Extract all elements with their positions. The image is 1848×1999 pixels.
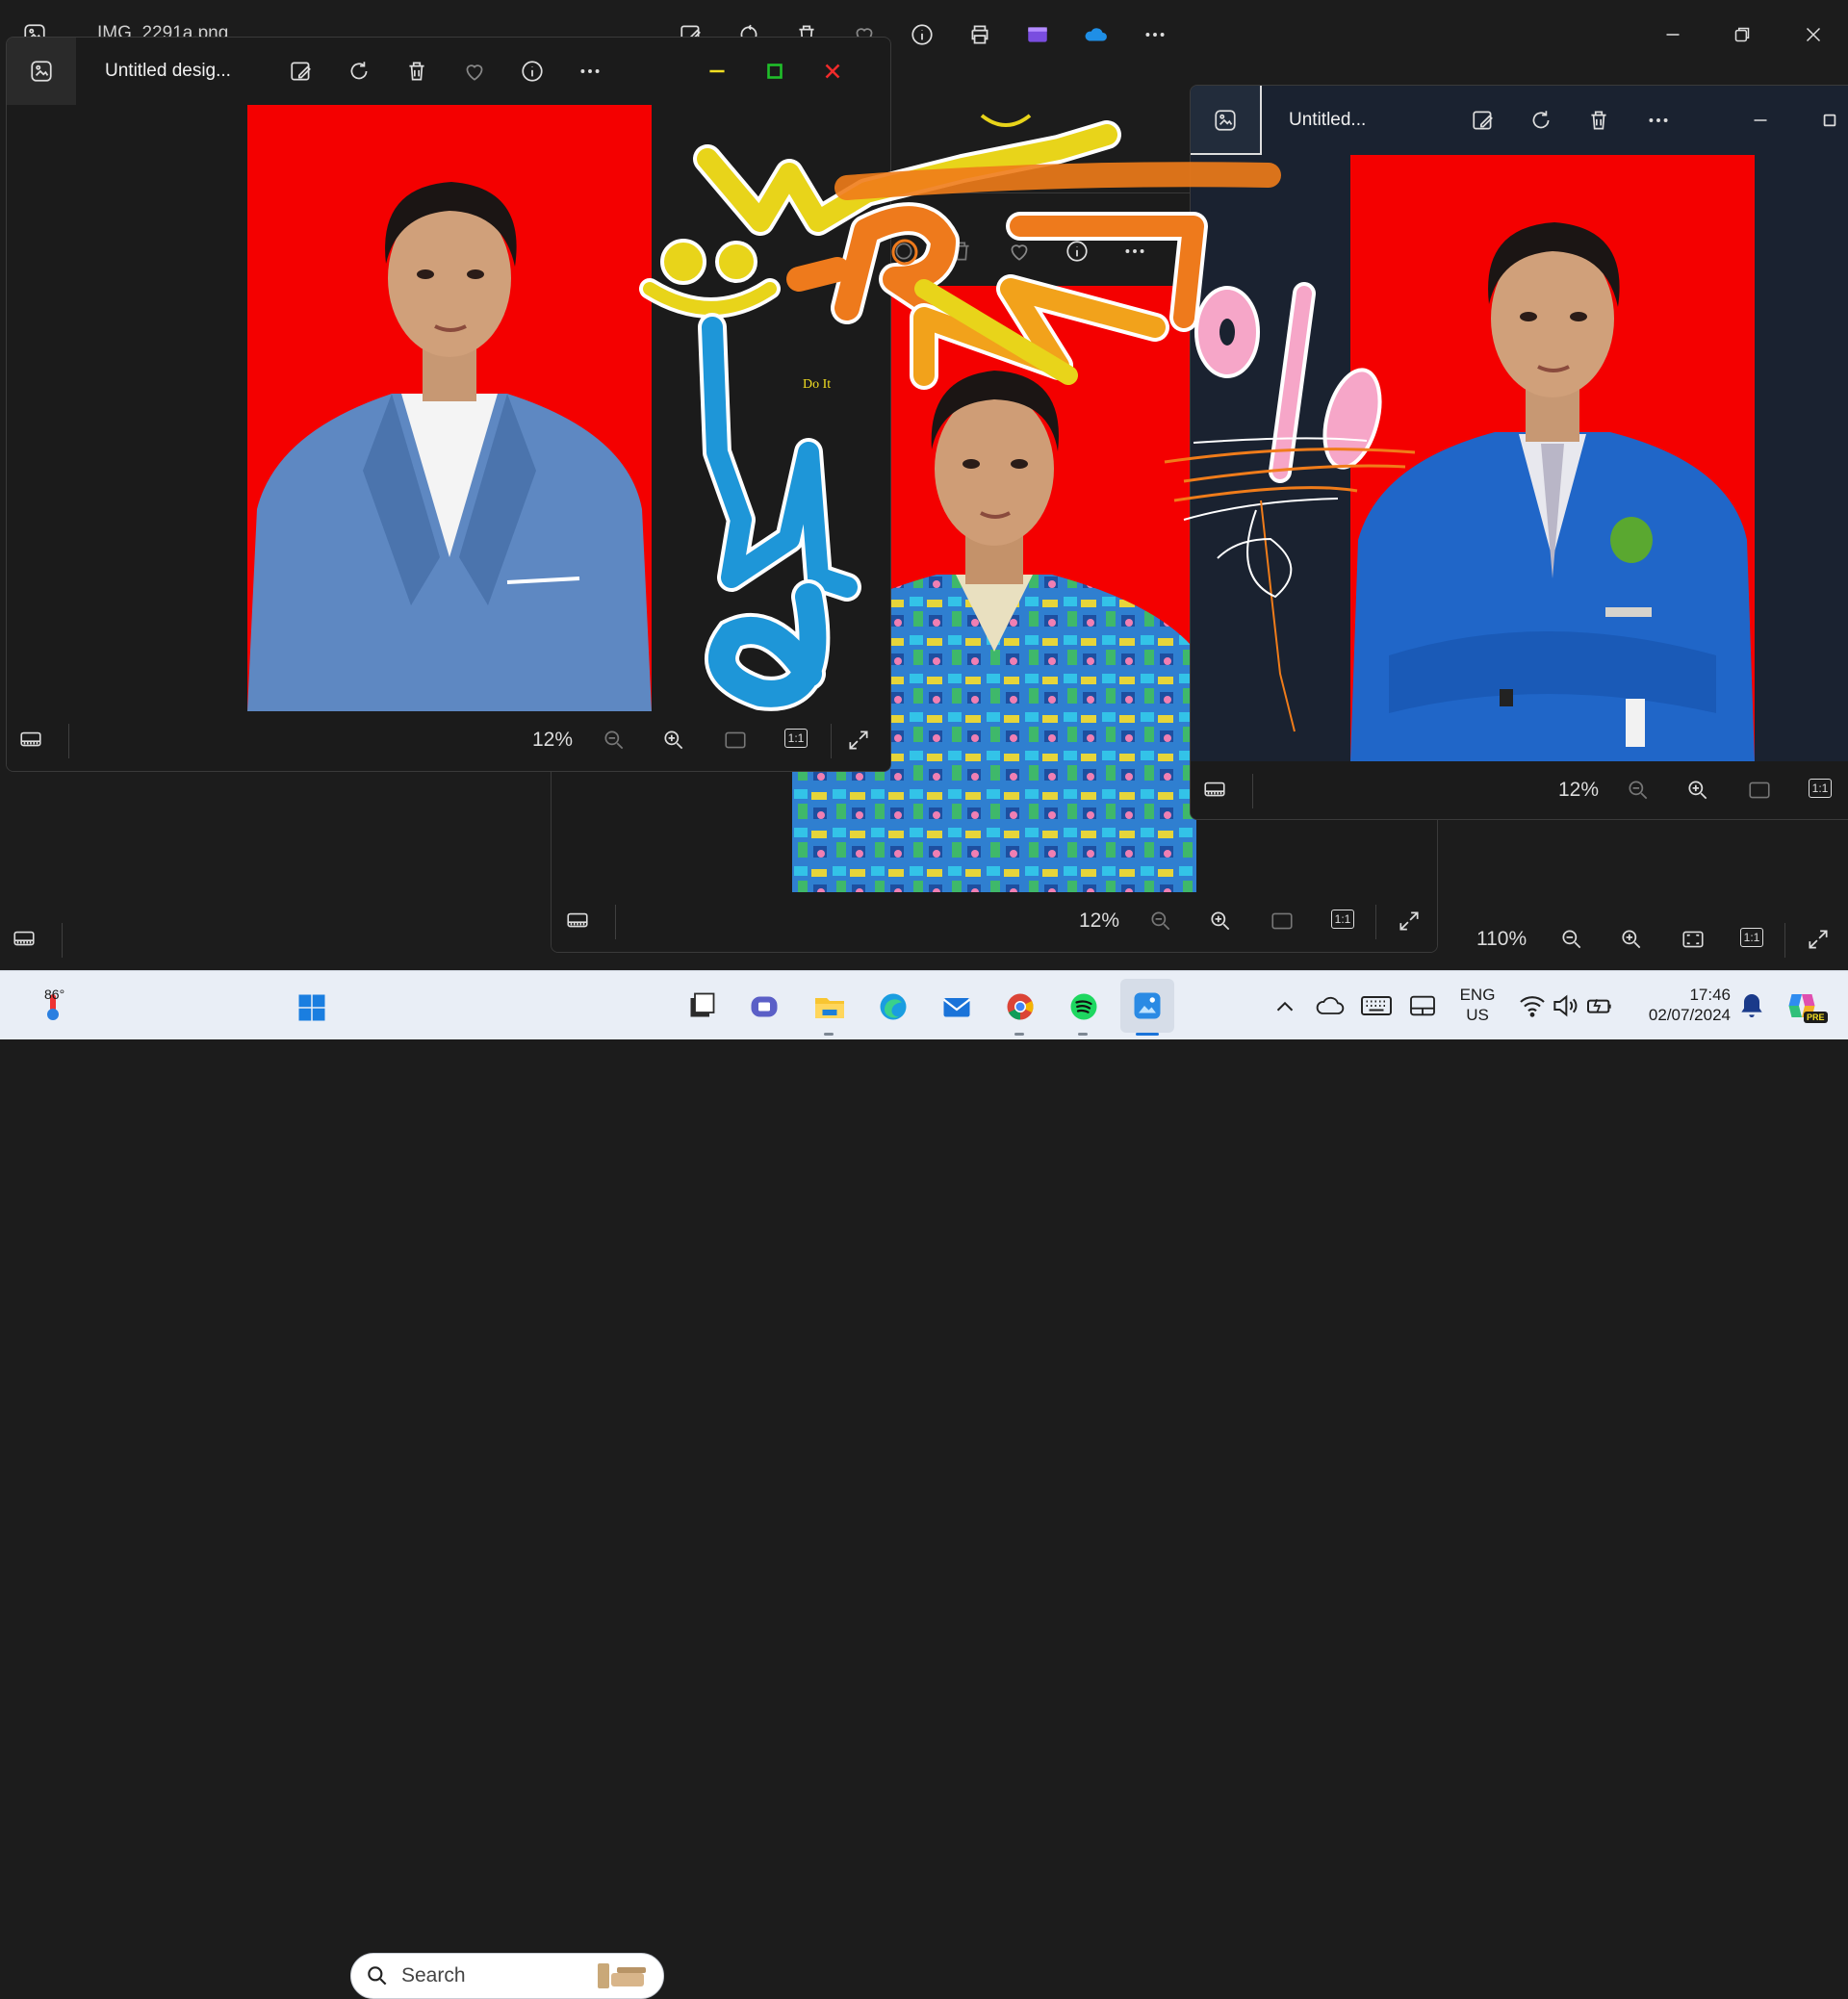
keyboard-icon[interactable] (1359, 990, 1394, 1021)
spotify-icon[interactable] (1061, 985, 1107, 1029)
language-code: ENG (1459, 986, 1496, 1004)
photos-taskbar-icon[interactable] (1120, 979, 1174, 1033)
language-indicator[interactable]: ENG US (1455, 985, 1500, 1025)
touchpad-icon[interactable] (1407, 990, 1438, 1021)
freehand-scribbles (639, 114, 1416, 732)
mail-icon[interactable] (934, 985, 980, 1029)
battery-icon[interactable] (1584, 990, 1615, 1021)
search-icon (365, 1963, 390, 1988)
notification-bell-icon[interactable] (1736, 990, 1767, 1021)
chevron-up-icon[interactable] (1270, 992, 1299, 1021)
wifi-icon[interactable] (1517, 990, 1548, 1021)
file-explorer-icon[interactable] (807, 985, 853, 1029)
search-placeholder: Search (401, 1964, 466, 1986)
chrome-icon[interactable] (997, 985, 1043, 1029)
clock-time: 17:46 (1689, 986, 1731, 1004)
annotation-text: Do It (803, 377, 832, 392)
copilot-badge: PRE (1804, 1012, 1828, 1023)
search-highlight-icon (592, 1960, 650, 1992)
region-code: US (1466, 1006, 1489, 1024)
clock[interactable]: 17:46 02/07/2024 (1634, 985, 1731, 1025)
volume-icon[interactable] (1550, 990, 1580, 1021)
start-button[interactable] (291, 987, 333, 1029)
clock-date: 02/07/2024 (1648, 1006, 1731, 1024)
task-view-icon[interactable] (678, 985, 724, 1029)
taskbar-search[interactable]: Search (350, 1953, 664, 1999)
edge-icon[interactable] (870, 985, 916, 1029)
weather-temperature: 86° (44, 987, 65, 1002)
taskbar: 86° Search ENG US 17:46 02/07/2024 PRE (0, 970, 1848, 1999)
teams-icon[interactable] (741, 985, 787, 1029)
onedrive-tray-icon[interactable] (1315, 990, 1346, 1021)
